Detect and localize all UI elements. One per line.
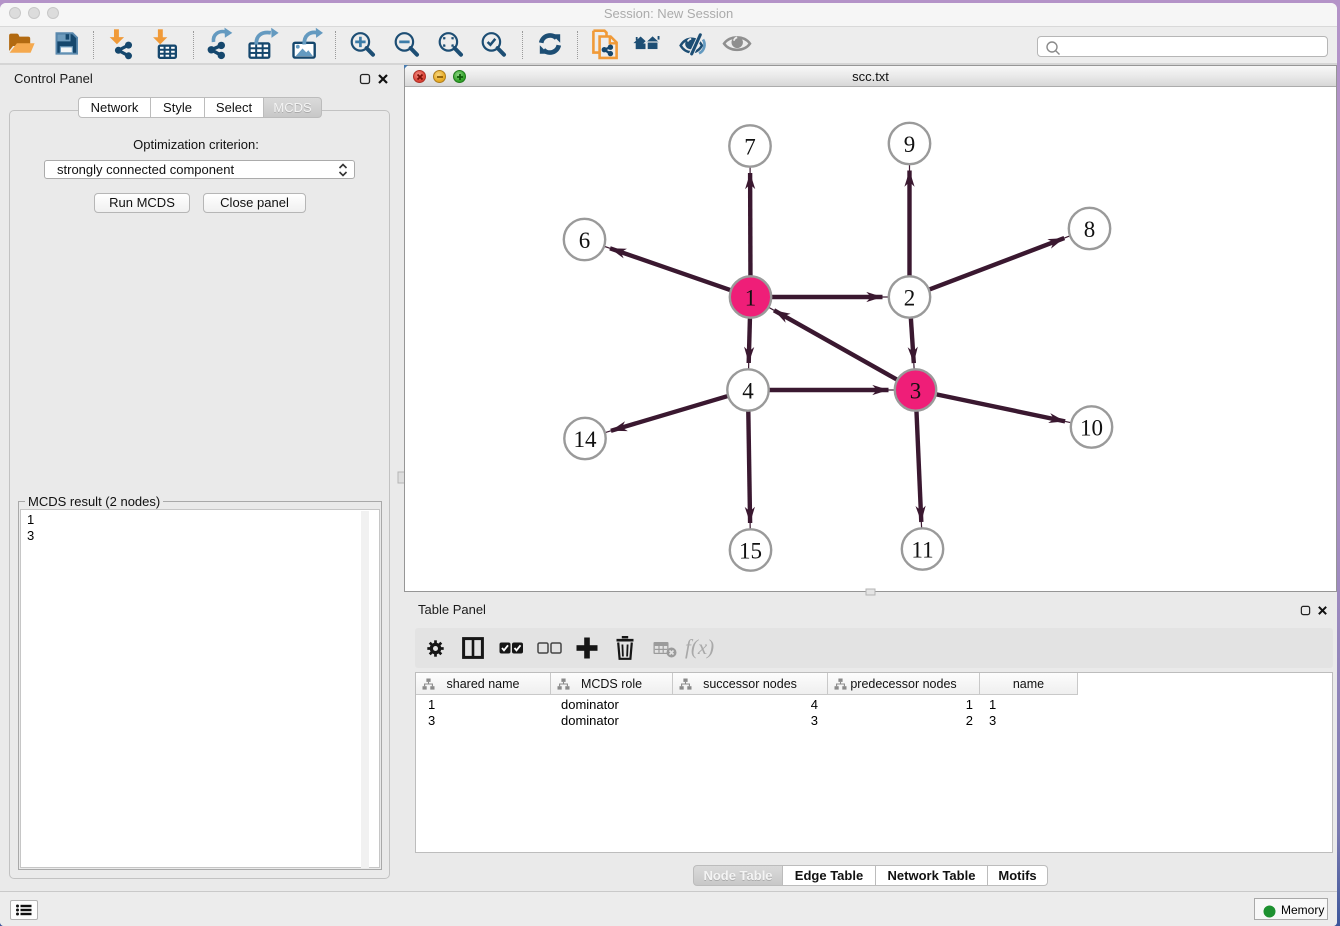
svg-text:3: 3 bbox=[910, 379, 922, 404]
svg-text:10: 10 bbox=[1080, 416, 1103, 441]
svg-text:14: 14 bbox=[574, 427, 598, 452]
svg-text:2: 2 bbox=[904, 286, 916, 311]
svg-text:15: 15 bbox=[739, 539, 762, 564]
svg-text:1: 1 bbox=[745, 286, 757, 311]
svg-text:11: 11 bbox=[911, 538, 933, 563]
svg-text:9: 9 bbox=[904, 132, 916, 157]
svg-text:7: 7 bbox=[744, 135, 756, 160]
svg-text:4: 4 bbox=[742, 379, 754, 404]
svg-text:6: 6 bbox=[579, 228, 591, 253]
svg-text:8: 8 bbox=[1084, 217, 1096, 242]
